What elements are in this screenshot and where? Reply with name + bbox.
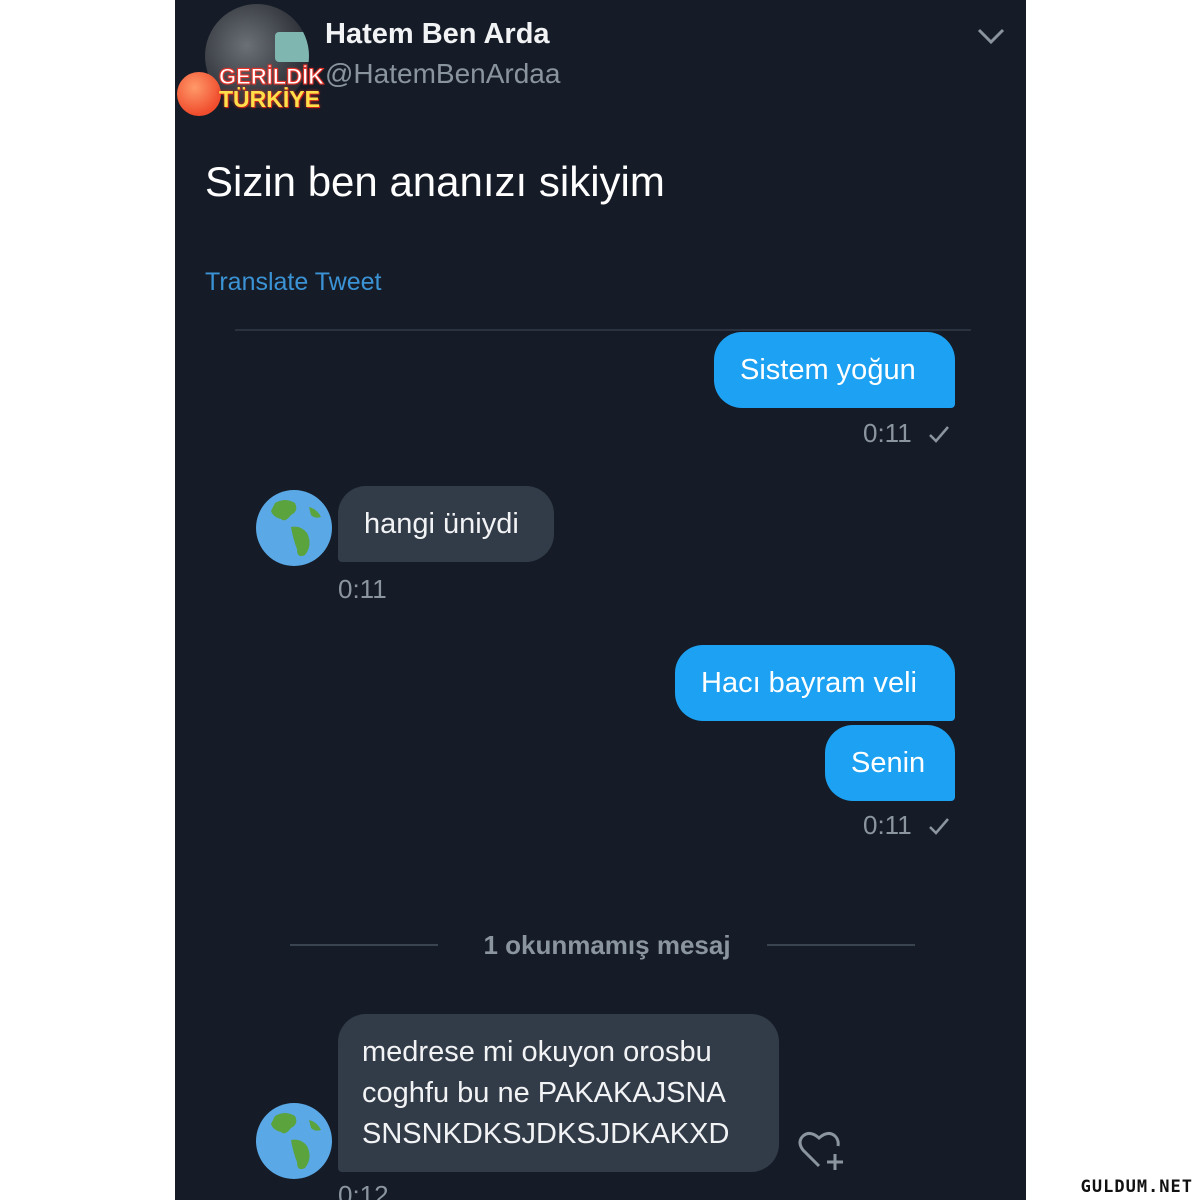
message-text: Sistem yoğun [740,354,916,386]
profile-name[interactable]: Hatem Ben Arda [325,18,550,51]
message-bubble-outgoing[interactable]: Senin [825,725,955,801]
separator-line [290,944,438,946]
message-text: Hacı bayram veli [701,667,917,699]
message-text-line: SNSNKDKSJDKSJDKAKXD [362,1118,730,1150]
globe-icon[interactable] [255,489,333,567]
message-time: 0:11 [863,810,912,840]
check-icon [929,818,949,835]
message-text-line: medrese mi okuyon orosbu [362,1036,712,1068]
message-time: 0:11 [863,418,912,448]
site-credit: GULDUM.NET [1077,1176,1196,1198]
message-time: 0:11 [338,574,387,604]
message-text-line: coghfu bu ne PAKAKAJSNA [362,1077,726,1109]
angry-face-icon [177,72,221,116]
translate-tweet-link[interactable]: Translate Tweet [205,268,381,297]
watermark-line2: TÜRKİYE [219,86,320,112]
dm-screen: Hatem Ben Arda @HatemBenArdaa GERİLDİK T… [175,0,1026,1200]
chevron-down-icon[interactable] [975,22,1007,50]
message-text: Senin [851,747,926,779]
message-bubble-outgoing[interactable]: Sistem yoğun [714,332,955,408]
globe-icon[interactable] [255,1102,333,1180]
profile-handle[interactable]: @HatemBenArdaa [325,58,560,90]
divider [235,329,971,331]
check-icon [929,426,949,443]
message-text: hangi üniydi [364,508,519,540]
heart-plus-icon[interactable] [795,1128,847,1172]
unread-separator-label: 1 okunmamış mesaj [483,930,731,960]
tweet-text: Sizin ben ananızı sikiyim [205,158,665,205]
separator-line [767,944,915,946]
message-bubble-outgoing[interactable]: Hacı bayram veli [675,645,955,721]
message-time: 0:12 [338,1180,389,1200]
watermark-logo: GERİLDİK TÜRKİYE [177,64,335,118]
message-bubble-incoming[interactable]: hangi üniydi [338,486,554,562]
message-bubble-incoming[interactable]: medrese mi okuyon orosbu coghfu bu ne PA… [338,1014,779,1172]
